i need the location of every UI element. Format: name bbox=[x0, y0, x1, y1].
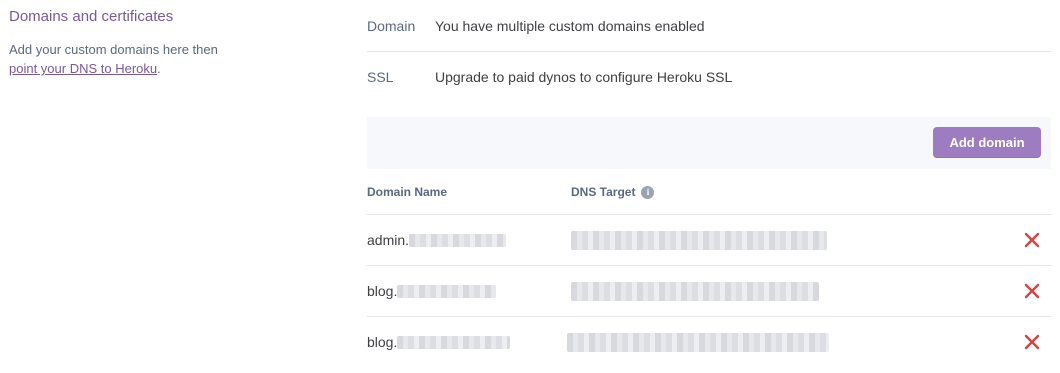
ssl-status: Upgrade to paid dynos to configure Herok… bbox=[435, 69, 733, 85]
description-text: Add your custom domains here then bbox=[9, 42, 218, 57]
domain-name-cell: blog. bbox=[367, 334, 571, 350]
add-domain-button[interactable]: Add domain bbox=[933, 127, 1041, 158]
redacted-dns-target bbox=[571, 230, 827, 250]
redacted-dns-target bbox=[571, 281, 819, 301]
redacted-domain bbox=[397, 335, 511, 349]
close-icon[interactable] bbox=[1023, 282, 1041, 300]
dns-help-link[interactable]: point your DNS to Heroku bbox=[9, 61, 157, 76]
domain-name-cell: admin. bbox=[367, 232, 571, 248]
domain-prefix: blog. bbox=[367, 283, 398, 299]
domain-status: You have multiple custom domains enabled bbox=[435, 17, 705, 34]
table-row: admin. bbox=[367, 215, 1051, 266]
section-title: Domains and certificates bbox=[9, 8, 174, 25]
column-dns-target-label: DNS Target bbox=[571, 185, 636, 199]
domain-name-cell: blog. bbox=[367, 283, 571, 299]
domains-panel: Domain You have multiple custom domains … bbox=[367, 0, 1051, 352]
section-description: Add your custom domains here then point … bbox=[9, 40, 269, 78]
table-header: Domain Name DNS Target i bbox=[367, 170, 1051, 215]
redacted-dns-target bbox=[567, 332, 829, 352]
table-row: blog. bbox=[367, 266, 1051, 317]
close-icon[interactable] bbox=[1023, 231, 1041, 249]
domains-settings-page: Domains and certificates Add your custom… bbox=[0, 0, 1060, 373]
ssl-label: SSL bbox=[367, 69, 394, 85]
table-row: blog. bbox=[367, 317, 1051, 367]
domains-toolbar: Add domain bbox=[367, 117, 1051, 169]
redacted-domain bbox=[397, 284, 497, 298]
description-suffix: . bbox=[157, 61, 161, 76]
ssl-info-row: SSL Upgrade to paid dynos to configure H… bbox=[367, 52, 1051, 102]
domain-prefix: blog. bbox=[367, 334, 398, 350]
redacted-domain bbox=[409, 233, 507, 247]
close-icon[interactable] bbox=[1023, 333, 1041, 351]
domain-prefix: admin. bbox=[367, 232, 410, 248]
domains-section-intro: Domains and certificates Add your custom… bbox=[9, 8, 269, 78]
info-icon[interactable]: i bbox=[641, 185, 655, 199]
column-domain-name: Domain Name bbox=[367, 185, 448, 199]
domain-label: Domain bbox=[367, 17, 416, 34]
domain-info-row: Domain You have multiple custom domains … bbox=[367, 0, 1051, 52]
column-dns-target: DNS Target i bbox=[571, 185, 655, 199]
domains-table: Domain Name DNS Target i admin. blog. bl… bbox=[367, 170, 1051, 367]
